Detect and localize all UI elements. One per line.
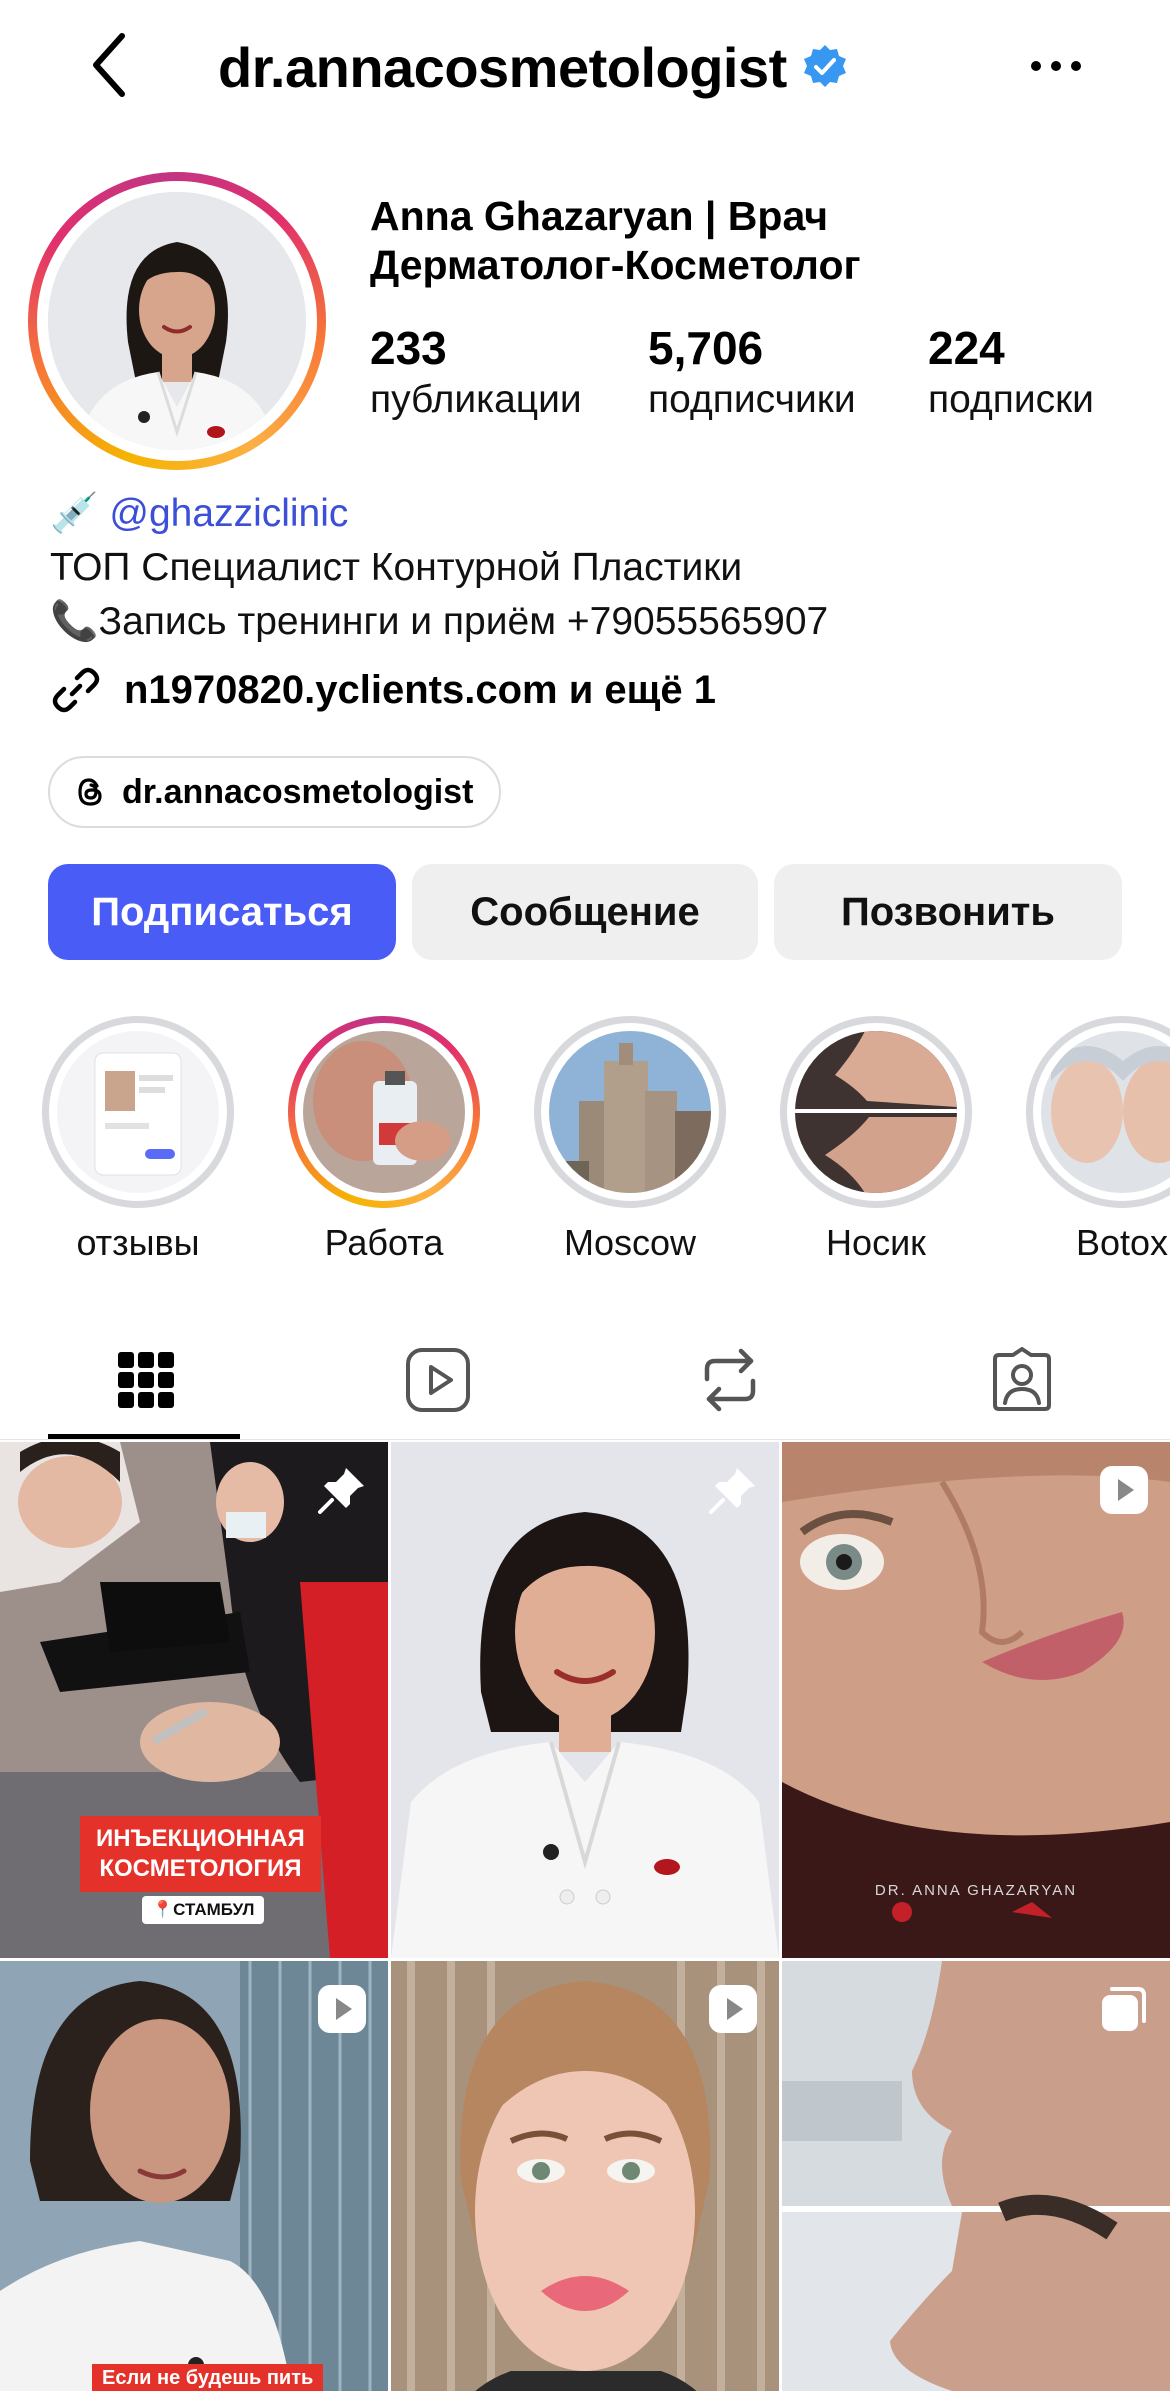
post-tile-2[interactable] <box>391 1442 779 1958</box>
more-horizontal-icon <box>1031 61 1081 71</box>
reel-icon <box>1100 1466 1148 1514</box>
highlight-nose[interactable]: Носик <box>780 1016 972 1264</box>
post-tile-5[interactable] <box>391 1961 779 2391</box>
highlight-work[interactable]: Работа <box>288 1016 480 1264</box>
highlight-label: отзывы <box>76 1222 200 1263</box>
highlight-ring-unseen <box>288 1016 480 1208</box>
threads-icon <box>78 778 102 806</box>
profile-username-header: dr.annacosmetologist <box>218 32 849 102</box>
verified-badge-icon <box>803 45 846 87</box>
threads-badge[interactable]: dr.annacosmetologist <box>48 756 502 828</box>
tab-tagged[interactable] <box>876 1320 1168 1440</box>
post-caption-banner: ИНЪЕКЦИОННАЯ КОСМЕТОЛОГИЯ <box>80 1816 321 1892</box>
post-location-tag: 📍СТАМБУЛ <box>142 1896 265 1924</box>
tagged-icon <box>993 1347 1051 1411</box>
tab-posts-grid[interactable] <box>0 1320 292 1440</box>
highlight-label: Работа <box>324 1222 444 1263</box>
post-photo <box>782 1442 1170 1958</box>
post-4-caption: Если не будешь пить <box>92 2364 324 2391</box>
reels-icon <box>406 1348 470 1412</box>
link-text: n1970820.yclients.com и ещё 1 <box>124 667 717 712</box>
tab-reposts[interactable] <box>584 1320 876 1440</box>
threads-handle: dr.annacosmetologist <box>122 772 474 811</box>
stat-followers[interactable]: 5,706 подписчики <box>648 322 856 426</box>
post-watermark: DR. ANNA GHAZARYAN <box>874 1882 1078 1899</box>
pin-icon <box>709 1468 755 1514</box>
bio-line-specialist: ТОП Специалист Контурной Пластики <box>50 546 743 589</box>
call-button[interactable]: Позвонить <box>774 864 1122 960</box>
highlight-reviews[interactable]: отзывы <box>42 1016 234 1264</box>
reel-icon <box>318 1985 366 2033</box>
highlight-cover <box>549 1031 711 1193</box>
post-tile-6[interactable] <box>782 1961 1170 2391</box>
stat-posts-label: публикации <box>370 378 582 421</box>
post-tile-3[interactable]: DR. ANNA GHAZARYAN <box>782 1442 1170 1958</box>
bio-external-link[interactable]: n1970820.yclients.com и ещё 1 <box>50 664 716 716</box>
bio-line-contact: 📞Запись тренинги и приём +79055565907 <box>50 600 829 643</box>
highlight-cover <box>303 1031 465 1193</box>
display-name-line-2: Дерматолог-Косметолог <box>370 242 861 288</box>
more-options-button[interactable] <box>1028 46 1084 86</box>
grid-icon <box>118 1352 174 1408</box>
highlight-label: Botox <box>1075 1222 1169 1263</box>
reposts-icon <box>704 1348 756 1412</box>
stat-followers-label: подписчики <box>648 378 856 421</box>
link-icon <box>52 667 100 713</box>
message-button[interactable]: Сообщение <box>412 864 758 960</box>
username: dr.annacosmetologist <box>218 35 787 99</box>
highlight-label: Носик <box>826 1222 926 1263</box>
highlight-cover <box>795 1031 957 1193</box>
bio-mention-line: 💉 @ghazziclinic <box>50 488 348 540</box>
display-name-line-1: Anna Ghazaryan | Врач <box>370 193 829 239</box>
stat-following[interactable]: 224 подписки <box>928 322 1094 426</box>
bio-mention-link[interactable]: @ghazziclinic <box>109 492 348 535</box>
profile-avatar[interactable] <box>28 172 326 470</box>
highlight-ring <box>1026 1016 1170 1208</box>
post-tile-1[interactable]: ИНЪЕКЦИОННАЯ КОСМЕТОЛОГИЯ 📍СТАМБУЛ <box>0 1442 388 1958</box>
stat-following-label: подписки <box>928 378 1094 421</box>
stat-following-value: 224 <box>928 322 1005 374</box>
stat-posts[interactable]: 233 публикации <box>370 322 582 426</box>
reel-icon <box>709 1985 757 2033</box>
avatar-photo <box>48 192 306 450</box>
highlight-ring <box>780 1016 972 1208</box>
highlight-label: Moscow <box>563 1222 697 1263</box>
carousel-icon <box>1102 1987 1146 2031</box>
tab-reels[interactable] <box>292 1320 584 1440</box>
follow-button[interactable]: Подписаться <box>48 864 396 960</box>
tabs-divider <box>0 1439 1170 1440</box>
chevron-left-icon <box>93 33 125 97</box>
back-button[interactable] <box>86 30 138 100</box>
post-tile-4[interactable] <box>0 1961 388 2391</box>
highlight-ring <box>534 1016 726 1208</box>
syringe-emoji: 💉 <box>50 492 99 535</box>
profile-content-tabs <box>0 1320 1170 1440</box>
profile-display-name: Anna Ghazaryan | Врач Дерматолог-Космето… <box>370 192 1150 290</box>
post-photo <box>391 1442 779 1958</box>
top-navigation-bar: dr.annacosmetologist <box>0 0 1170 136</box>
highlight-cover <box>57 1031 219 1193</box>
highlight-botox[interactable]: Botox <box>1026 1016 1170 1264</box>
stat-followers-value: 5,706 <box>648 322 764 374</box>
highlight-ring <box>42 1016 234 1208</box>
highlight-moscow[interactable]: Moscow <box>534 1016 726 1264</box>
stat-posts-value: 233 <box>370 322 447 374</box>
pin-icon <box>318 1468 364 1514</box>
